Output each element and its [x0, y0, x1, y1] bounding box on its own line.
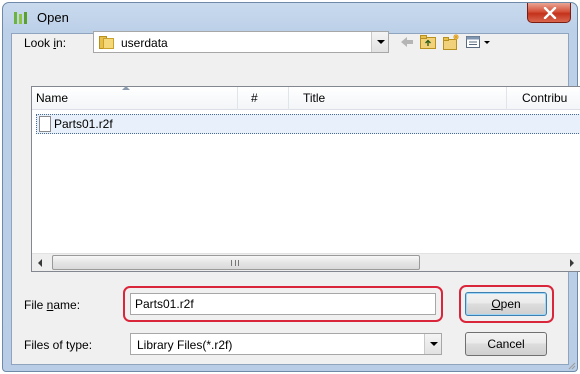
scrollbar-grip-icon: [231, 260, 239, 266]
highlight-box-open: [459, 285, 554, 323]
chevron-down-icon[interactable]: [424, 334, 441, 354]
look-in-value: userdata: [121, 36, 168, 50]
view-menu-icon[interactable]: [465, 33, 495, 51]
column-header-number[interactable]: #: [251, 91, 258, 105]
resize-grip-icon[interactable]: [566, 360, 576, 370]
close-button[interactable]: [527, 3, 571, 23]
column-header-name[interactable]: Name: [36, 91, 68, 105]
look-in-label: Look in:: [24, 36, 67, 50]
cancel-button[interactable]: Cancel: [465, 332, 547, 356]
column-header-row: Name # Title Contribu: [32, 86, 580, 110]
close-icon: [543, 7, 557, 19]
scroll-right-icon[interactable]: [562, 254, 580, 272]
back-arrow-icon[interactable]: [398, 33, 416, 51]
file-icon: [39, 116, 51, 132]
app-icon: [13, 10, 29, 26]
column-header-title[interactable]: Title: [303, 91, 325, 105]
file-name: Parts01.r2f: [54, 117, 113, 131]
file-type-combo[interactable]: Library Files(*.r2f): [130, 333, 442, 355]
column-header-contributor[interactable]: Contribu: [522, 91, 567, 105]
scroll-left-icon[interactable]: [32, 254, 50, 272]
title-bar[interactable]: Open: [3, 3, 577, 33]
horizontal-scrollbar[interactable]: [32, 253, 580, 271]
sort-ascending-icon: [122, 86, 130, 90]
chevron-down-icon[interactable]: [371, 32, 388, 52]
look-in-combo[interactable]: userdata: [93, 31, 389, 53]
new-folder-icon[interactable]: [442, 33, 460, 51]
file-type-value: Library Files(*.r2f): [137, 338, 233, 352]
highlight-box-filename: [123, 286, 443, 322]
up-folder-icon[interactable]: [419, 33, 437, 51]
window-title: Open: [37, 10, 69, 25]
folder-icon: [99, 36, 115, 49]
file-row[interactable]: Parts01.r2f: [36, 114, 580, 134]
file-list[interactable]: Name # Title Contribu Parts01.r2f: [31, 86, 580, 272]
file-name-label: File name:: [24, 298, 81, 312]
file-type-label: Files of type:: [24, 338, 93, 352]
scrollbar-thumb[interactable]: [52, 255, 420, 270]
